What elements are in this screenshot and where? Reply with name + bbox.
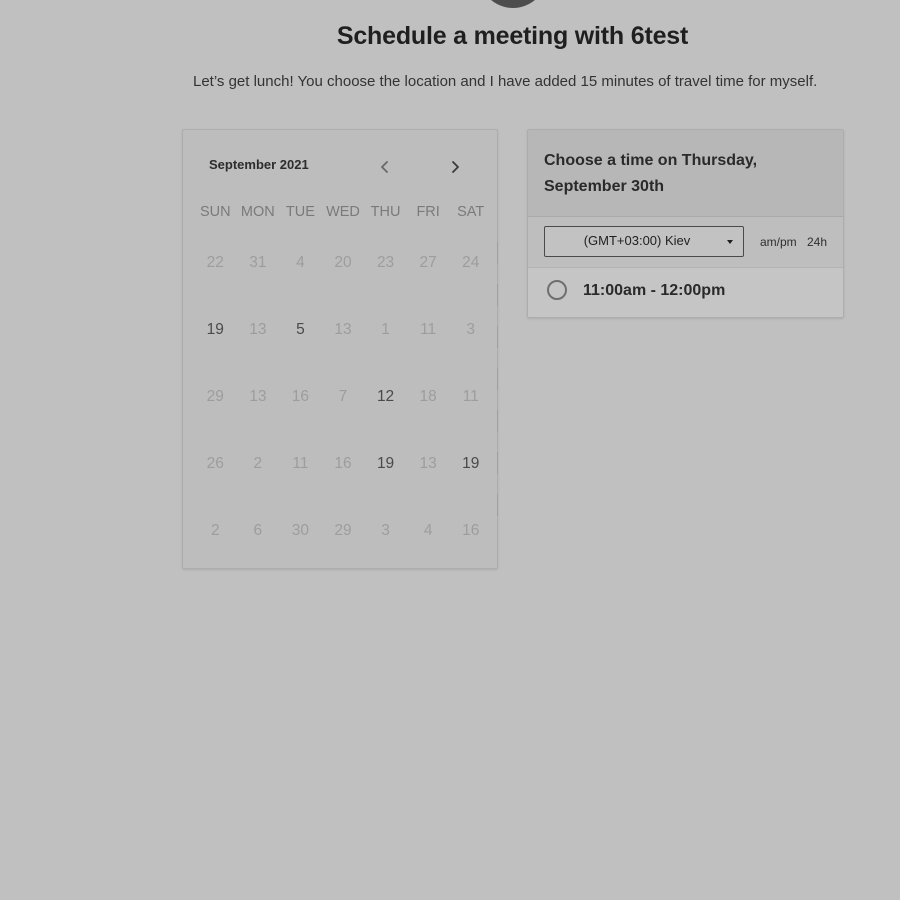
calendar-weekday-header: SUN MON TUE WED THU FRI SAT bbox=[194, 204, 492, 220]
calendar-day-available[interactable]: 12 bbox=[364, 375, 407, 419]
calendar-day: 16 bbox=[334, 455, 352, 472]
avatar bbox=[479, 0, 547, 8]
caret-down-icon bbox=[727, 240, 733, 244]
calendar-day: 11 bbox=[292, 455, 309, 472]
previous-month-button[interactable] bbox=[374, 156, 396, 178]
calendar-day: 13 bbox=[334, 321, 352, 338]
calendar-day: 23 bbox=[376, 254, 395, 271]
weekday-label: SUN bbox=[199, 204, 231, 220]
calendar: September 2021 SUN MON TUE WED THU FRI SAT 22 3… bbox=[182, 129, 498, 569]
calendar-day: 30 bbox=[291, 522, 310, 539]
calendar-day: 26 bbox=[206, 455, 224, 472]
chevron-left-icon bbox=[381, 161, 388, 173]
calendar-day: 13 bbox=[249, 388, 267, 405]
calendar-day: 13 bbox=[249, 321, 267, 338]
calendar-day-available[interactable]: 5 bbox=[279, 308, 322, 352]
weekday-label: THU bbox=[370, 204, 401, 220]
calendar-day: 16 bbox=[291, 388, 310, 405]
time-slot-label: 11:00am - 12:00pm bbox=[583, 282, 726, 299]
calendar-day: 11 bbox=[420, 321, 437, 338]
calendar-day-available[interactable]: 19 bbox=[449, 442, 492, 486]
weekday-label: SAT bbox=[457, 204, 485, 220]
calendar-day: 18 bbox=[419, 388, 437, 405]
chevron-right-icon bbox=[452, 161, 459, 173]
weekday-label: TUE bbox=[285, 204, 315, 220]
format-24h-toggle[interactable]: 24h bbox=[807, 235, 827, 249]
page-subtitle: Let’s get lunch! You choose the location… bbox=[193, 73, 818, 90]
weekday-label: MON bbox=[240, 204, 275, 220]
radio-icon[interactable] bbox=[547, 280, 567, 300]
time-panel-header: Choose a time on Thursday, September 30t… bbox=[528, 130, 843, 217]
calendar-day: 1 bbox=[381, 321, 390, 338]
calendar-day: 27 bbox=[419, 254, 437, 271]
calendar-day: 22 bbox=[206, 254, 224, 271]
calendar-day: 29 bbox=[334, 522, 352, 539]
next-month-button[interactable] bbox=[444, 156, 466, 178]
calendar-day-available[interactable]: 19 bbox=[364, 442, 407, 486]
calendar-day: 20 bbox=[334, 254, 352, 271]
calendar-day-available[interactable]: 19 bbox=[194, 308, 237, 352]
calendar-day: 2 bbox=[210, 522, 220, 539]
calendar-day-grid: 22 31 4 20 23 27 24 19 13 5 13 1 11 3 29 13 16 7 12 18 11 26 2… bbox=[194, 241, 492, 576]
page: Schedule a meeting with 6test Let’s get … bbox=[0, 0, 900, 900]
calendar-day: 4 bbox=[296, 254, 305, 271]
calendar-day: 31 bbox=[249, 254, 267, 271]
calendar-day: 11 bbox=[462, 388, 479, 405]
calendar-day: 29 bbox=[206, 388, 224, 405]
time-panel: Choose a time on Thursday, September 30t… bbox=[527, 129, 844, 318]
format-ampm-toggle[interactable]: am/pm bbox=[760, 235, 797, 249]
calendar-day: 7 bbox=[338, 388, 348, 405]
calendar-day: 16 bbox=[462, 522, 480, 539]
timezone-select[interactable]: (GMT+03:00) Kiev bbox=[544, 226, 744, 257]
page-title: Schedule a meeting with 6test bbox=[336, 22, 689, 50]
calendar-day: 3 bbox=[466, 321, 476, 338]
time-slot[interactable]: 11:00am - 12:00pm bbox=[528, 267, 843, 317]
timezone-value: (GMT+03:00) Kiev bbox=[583, 233, 691, 248]
calendar-day: 24 bbox=[462, 254, 480, 271]
calendar-day: 13 bbox=[419, 455, 437, 472]
weekday-label: WED bbox=[326, 204, 360, 220]
calendar-day: 2 bbox=[253, 455, 263, 472]
divider bbox=[497, 242, 498, 517]
calendar-day: 3 bbox=[381, 522, 390, 539]
calendar-month-label: September 2021 bbox=[209, 157, 309, 172]
calendar-day: 4 bbox=[423, 522, 433, 539]
time-panel-title: Choose a time on Thursday, September 30t… bbox=[544, 152, 758, 195]
calendar-day: 6 bbox=[253, 522, 263, 539]
weekday-label: FRI bbox=[416, 204, 440, 220]
